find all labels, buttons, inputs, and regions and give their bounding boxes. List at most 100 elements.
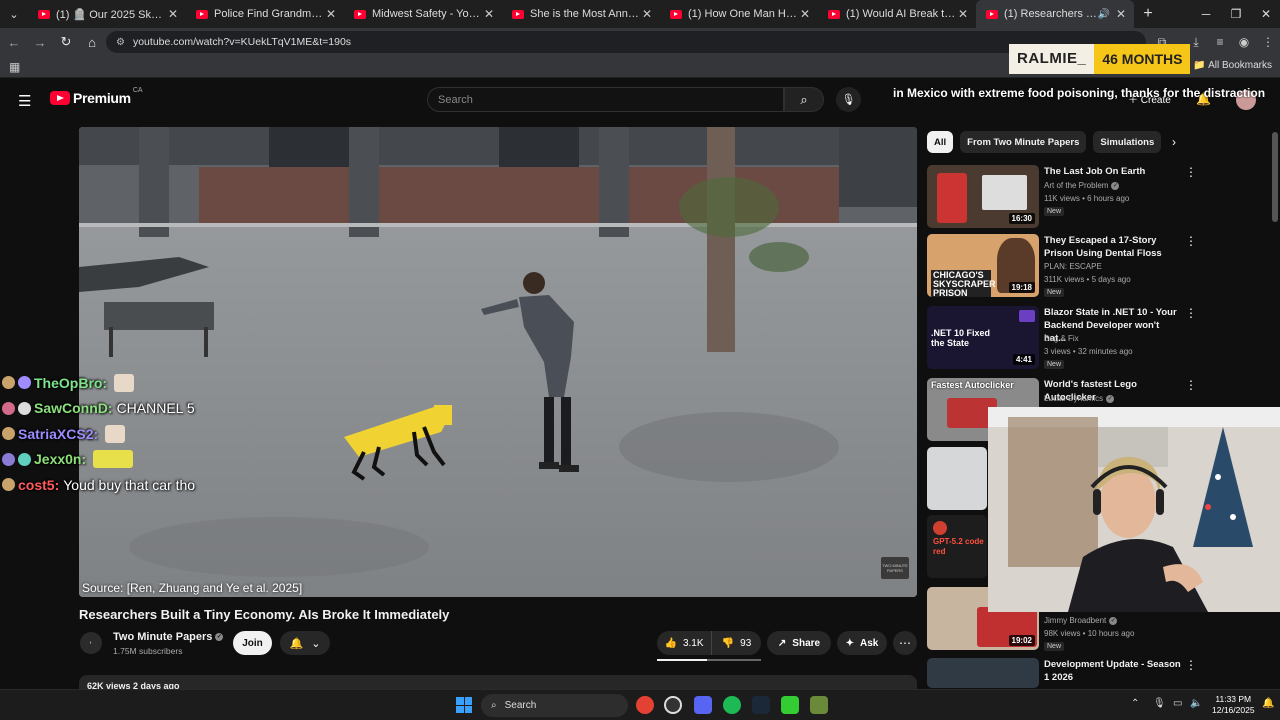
video-thumbnail[interactable]: .NET 10 Fixed the State 4:41 — [927, 306, 1039, 369]
like-button[interactable]: 👍 3.1K — [657, 631, 712, 655]
channel-avatar[interactable]: ◐ — [80, 632, 102, 654]
all-bookmarks-link[interactable]: 📁 All Bookmarks — [1193, 60, 1272, 71]
taskbar-search[interactable]: ⌕ Search — [481, 694, 628, 717]
window-close-icon[interactable]: ✕ — [1250, 0, 1280, 28]
speaker-icon[interactable]: 🔊 — [1098, 9, 1110, 20]
subscriber-months: 46 MONTHS — [1094, 44, 1191, 74]
windows-start-icon[interactable] — [456, 697, 472, 713]
browser-tab[interactable]: Police Find Grandma's Decapita✕ — [186, 0, 344, 28]
youtube-favicon-icon — [354, 9, 366, 19]
recommended-channel: Jimmy Broadbent ✓ — [1044, 616, 1118, 625]
spotify-icon[interactable] — [723, 696, 741, 714]
browser-tab[interactable]: (1) Would AI Break the Law to S✕ — [818, 0, 976, 28]
chat-badge-icon — [2, 376, 15, 390]
close-icon[interactable]: ✕ — [1114, 7, 1128, 21]
video-thumbnail[interactable]: GPT-5.2 code red — [927, 515, 987, 578]
tray-chevron-up-icon[interactable]: ⌃ — [1131, 698, 1139, 709]
address-bar[interactable]: ⚙ youtube.com/watch?v=KUekLTqV1ME&t=190s — [106, 31, 1146, 53]
voice-search-button[interactable]: 🎙 — [836, 87, 861, 112]
hamburger-menu-icon[interactable]: ☰ — [18, 92, 31, 110]
chrome-icon[interactable] — [636, 696, 654, 714]
more-options-icon[interactable]: ⋮ — [1185, 165, 1197, 179]
minimize-icon[interactable]: ─ — [1190, 0, 1222, 28]
back-icon[interactable]: ← — [2, 30, 26, 54]
recommended-video[interactable]: Development Update - Season 1 2026 ⋮ — [927, 658, 1267, 688]
more-actions-icon[interactable]: ⋯ — [893, 631, 917, 655]
microphone-icon[interactable]: 🎙 — [1153, 698, 1166, 709]
browser-tab-strip: ⌄ (1) 🪦 Our 2025 Skater of the Y✕ Police… — [0, 0, 1280, 28]
video-thumbnail[interactable] — [927, 658, 1039, 688]
browser-tab-active[interactable]: (1) Researchers Built a Tiny🔊✕ — [976, 0, 1134, 28]
more-options-icon[interactable]: ⋮ — [1185, 234, 1197, 248]
chat-badge-icon — [18, 401, 31, 415]
youtube-premium-logo[interactable]: Premium CA — [50, 87, 143, 106]
game-app-icon[interactable] — [781, 696, 799, 714]
search-button[interactable]: ⌕ — [784, 87, 824, 112]
recommended-video[interactable]: 16:30 The Last Job On Earth Art of the P… — [927, 165, 1267, 230]
video-thumbnail[interactable]: 16:30 — [927, 165, 1039, 228]
sparkle-icon: ✦ — [845, 637, 855, 649]
recommended-video[interactable]: .NET 10 Fixed the State 4:41 Blazor Stat… — [927, 306, 1267, 371]
browser-tab[interactable]: (1) How One Man Hacks The E✕ — [660, 0, 818, 28]
ask-button[interactable]: ✦ Ask — [837, 631, 887, 655]
site-info-icon[interactable]: ⚙ — [116, 37, 125, 48]
thumbnail-text: Fastest Autoclicker — [931, 380, 1014, 390]
chat-badge-icon — [2, 427, 15, 441]
chip-simulations[interactable]: Simulations — [1093, 131, 1162, 153]
more-options-icon[interactable]: ⋮ — [1185, 658, 1197, 672]
recommended-channel: Lucas-Dynamics ✓ — [1044, 394, 1115, 403]
close-icon[interactable]: ✕ — [640, 7, 654, 21]
browser-menu-icon[interactable]: ⋮ — [1258, 32, 1278, 52]
browser-tab[interactable]: Midwest Safety - YouTube✕ — [344, 0, 502, 28]
channel-watermark[interactable]: TWO MINUTE PAPERS — [881, 557, 909, 579]
video-thumbnail[interactable]: CHICAGO'S SKYSCRAPER PRISON 19:18 — [927, 234, 1039, 297]
chip-all[interactable]: All — [927, 131, 954, 153]
close-icon[interactable]: ✕ — [956, 7, 970, 21]
share-button[interactable]: ↗ Share — [767, 631, 831, 655]
reload-icon[interactable]: ↻ — [54, 30, 78, 54]
browser-tab[interactable]: She is the Most Annoying Loser✕ — [502, 0, 660, 28]
dislike-button[interactable]: 👎 93 — [712, 638, 761, 649]
close-icon[interactable]: ✕ — [166, 7, 180, 21]
recommended-title[interactable]: The Last Job On Earth — [1044, 165, 1184, 178]
recommended-title[interactable]: They Escaped a 17-Story Prison Using Den… — [1044, 234, 1184, 260]
video-player[interactable]: Source: [Ren, Zhuang and Ye et al. 2025]… — [79, 127, 917, 597]
chat-message: SawConnD: CHANNEL 5 — [2, 396, 195, 422]
app-icon[interactable] — [810, 696, 828, 714]
steam-icon[interactable] — [752, 696, 770, 714]
subscription-notifications-button[interactable]: 🔔 ⌄ — [280, 631, 330, 655]
more-options-icon[interactable]: ⋮ — [1185, 306, 1197, 320]
close-icon[interactable]: ✕ — [798, 7, 812, 21]
network-icon[interactable]: ▭ — [1173, 698, 1182, 709]
apps-grid-icon[interactable]: ▦ — [9, 60, 20, 74]
chat-badge-icon — [18, 376, 31, 390]
browser-tab[interactable]: (1) 🪦 Our 2025 Skater of the Y✕ — [28, 0, 186, 28]
thumbnail-text: GPT-5.2 code red — [933, 537, 984, 556]
new-badge: New — [1044, 288, 1065, 297]
restore-icon[interactable]: ❐ — [1220, 0, 1252, 28]
join-button[interactable]: Join — [233, 631, 272, 655]
chevron-right-icon[interactable]: › — [1172, 135, 1176, 149]
system-clock[interactable]: 11:33 PM 12/16/2025 — [1212, 694, 1255, 716]
profile-icon[interactable]: ◉ — [1234, 32, 1254, 52]
recommended-title[interactable]: Development Update - Season 1 2026 — [1044, 658, 1184, 684]
new-badge: New — [1044, 642, 1065, 651]
forward-icon[interactable]: → — [28, 30, 52, 54]
volume-icon[interactable]: 🔈 — [1190, 698, 1202, 709]
obs-icon[interactable] — [664, 696, 682, 714]
notifications-bell-icon[interactable]: 🔔 — [1262, 698, 1274, 709]
reading-list-icon[interactable]: ≡ — [1210, 32, 1230, 52]
new-tab-button[interactable]: + — [1134, 5, 1162, 23]
recommended-video[interactable]: CHICAGO'S SKYSCRAPER PRISON 19:18 They E… — [927, 234, 1267, 299]
scrollbar-thumb[interactable] — [1272, 132, 1278, 222]
search-input[interactable]: Search — [427, 87, 784, 112]
close-icon[interactable]: ✕ — [482, 7, 496, 21]
chip-from-channel[interactable]: From Two Minute Papers — [960, 131, 1087, 153]
video-thumbnail[interactable] — [927, 447, 987, 510]
discord-icon[interactable] — [694, 696, 712, 714]
more-options-icon[interactable]: ⋮ — [1185, 378, 1197, 392]
close-icon[interactable]: ✕ — [324, 7, 338, 21]
tab-search-icon[interactable]: ⌄ — [0, 0, 28, 28]
home-icon[interactable]: ⌂ — [80, 30, 104, 54]
channel-name-link[interactable]: Two Minute Papers ✓ — [113, 631, 224, 643]
